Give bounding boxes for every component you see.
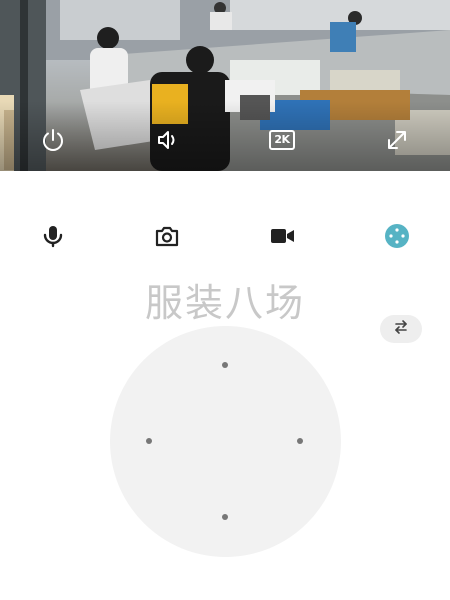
volume-button[interactable] bbox=[152, 124, 184, 156]
power-button[interactable] bbox=[37, 124, 69, 156]
talk-button[interactable] bbox=[37, 222, 69, 254]
ptz-left-indicator[interactable] bbox=[146, 438, 152, 444]
fullscreen-icon bbox=[384, 127, 410, 153]
ptz-down-indicator[interactable] bbox=[222, 514, 228, 520]
volume-icon bbox=[155, 127, 181, 153]
snapshot-button[interactable] bbox=[151, 222, 183, 254]
swap-arrows-icon bbox=[393, 319, 409, 339]
quality-2k-button[interactable]: 2K bbox=[266, 124, 298, 156]
power-icon bbox=[40, 127, 66, 153]
ptz-up-indicator[interactable] bbox=[222, 362, 228, 368]
ptz-right-indicator[interactable] bbox=[297, 438, 303, 444]
microphone-icon bbox=[40, 223, 66, 253]
ptz-joystick[interactable] bbox=[110, 326, 341, 557]
camera-live-view[interactable]: 2K bbox=[0, 0, 450, 171]
ptz-control-icon bbox=[384, 223, 410, 253]
fullscreen-button[interactable] bbox=[381, 124, 413, 156]
record-button[interactable] bbox=[266, 222, 298, 254]
ptz-control-button[interactable] bbox=[381, 222, 413, 254]
video-record-icon bbox=[268, 223, 296, 253]
swap-button[interactable] bbox=[380, 315, 422, 343]
camera-icon bbox=[154, 223, 180, 253]
quality-badge: 2K bbox=[269, 130, 295, 150]
